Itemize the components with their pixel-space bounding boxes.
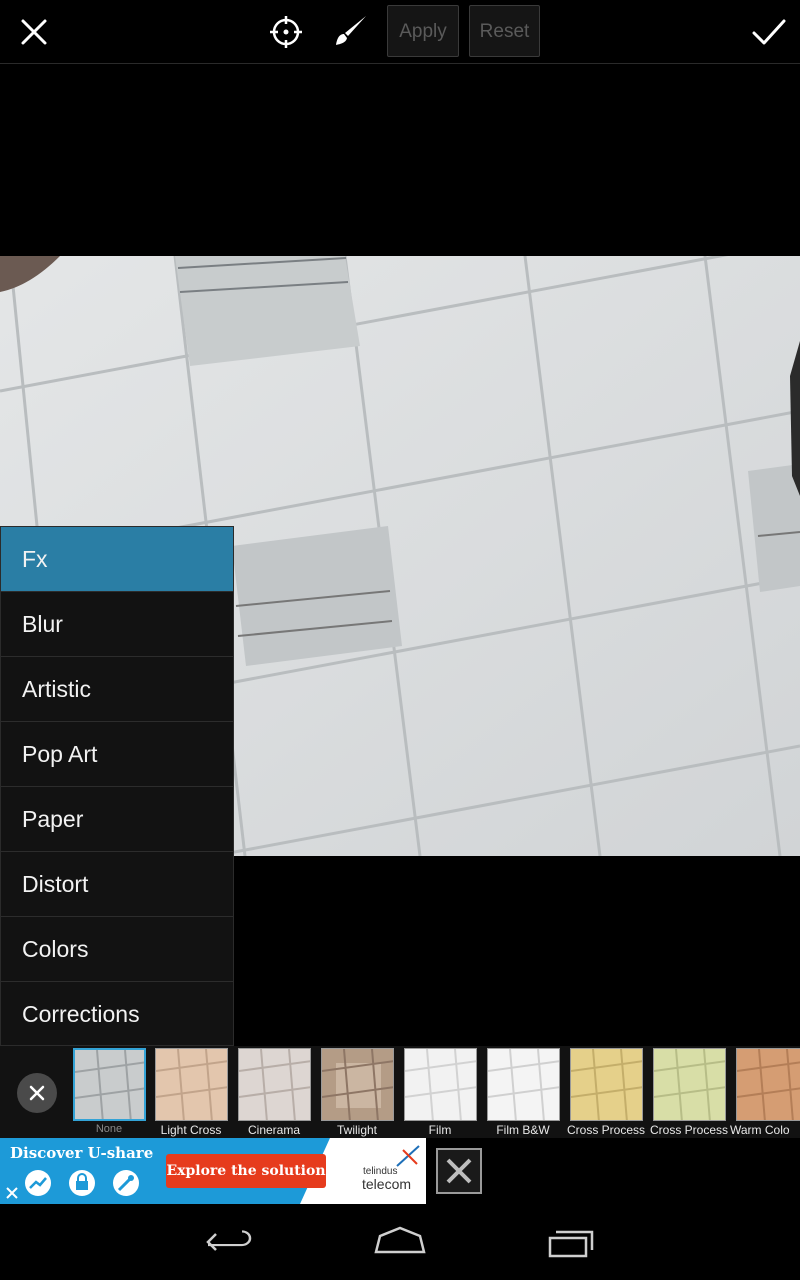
menu-item-artistic[interactable]: Artistic (1, 657, 233, 722)
effect-label: Cross Process (566, 1123, 646, 1137)
telecom-logo (395, 1144, 421, 1168)
top-toolbar: Apply Reset (0, 0, 800, 64)
menu-item-corrections[interactable]: Corrections (1, 982, 233, 1047)
ad-title: Discover U-share (10, 1144, 154, 1162)
reset-button[interactable]: Reset (469, 5, 540, 57)
apply-button[interactable]: Apply (387, 5, 459, 57)
effect-thumbnail-cinerama[interactable] (238, 1048, 311, 1121)
effect-thumbnail-light-cross[interactable] (155, 1048, 228, 1121)
effect-label: Film B&W (496, 1123, 550, 1137)
ad-brand-line2: telecom (362, 1176, 412, 1192)
ad-dismiss-button[interactable] (436, 1148, 482, 1194)
menu-item-fx[interactable]: Fx (1, 527, 233, 592)
home-icon[interactable] (370, 1222, 430, 1262)
back-icon[interactable] (200, 1222, 260, 1262)
effect-category-menu: Fx Blur Artistic Pop Art Paper Distort C… (0, 526, 234, 1046)
system-nav-bar (0, 1204, 800, 1280)
recent-apps-icon[interactable] (542, 1222, 602, 1262)
menu-item-blur[interactable]: Blur (1, 592, 233, 657)
effect-thumbnail-cross-process[interactable] (570, 1048, 643, 1121)
effect-thumbnail-strip[interactable]: None Light Cross Cinerama Twilight Film … (0, 1046, 800, 1138)
ad-banner[interactable]: Discover U-share Explore the solution te… (0, 1138, 426, 1204)
menu-item-pop-art[interactable]: Pop Art (1, 722, 233, 787)
effect-thumbnail-none[interactable] (73, 1048, 146, 1121)
brush-icon[interactable] (330, 12, 370, 52)
effect-thumbnail-twilight[interactable] (321, 1048, 394, 1121)
effect-thumbnail-film-bw[interactable] (487, 1048, 560, 1121)
effect-label: Film (428, 1123, 452, 1137)
effect-thumbnail-warm-colors[interactable] (736, 1048, 800, 1121)
check-icon[interactable] (748, 12, 790, 52)
effect-thumbnail-cross-process-2[interactable] (653, 1048, 726, 1121)
menu-item-distort[interactable]: Distort (1, 852, 233, 917)
ad-close-icon[interactable] (0, 1182, 24, 1204)
menu-item-colors[interactable]: Colors (1, 917, 233, 982)
effect-label: Light Cross (160, 1123, 222, 1137)
effect-label: Twilight (336, 1123, 377, 1137)
effect-thumbnail-film[interactable] (404, 1048, 477, 1121)
effect-label: None (95, 1123, 123, 1135)
effect-label: Cross Process (649, 1123, 729, 1137)
effect-label: Warm Colo (730, 1123, 790, 1137)
ad-cta-button[interactable]: Explore the solution (166, 1154, 326, 1188)
menu-item-paper[interactable]: Paper (1, 787, 233, 852)
close-circle-icon[interactable] (17, 1073, 57, 1113)
ad-feature-icons (24, 1168, 144, 1198)
target-icon[interactable] (266, 12, 306, 52)
close-icon[interactable] (14, 12, 54, 52)
effect-label: Cinerama (247, 1123, 301, 1137)
